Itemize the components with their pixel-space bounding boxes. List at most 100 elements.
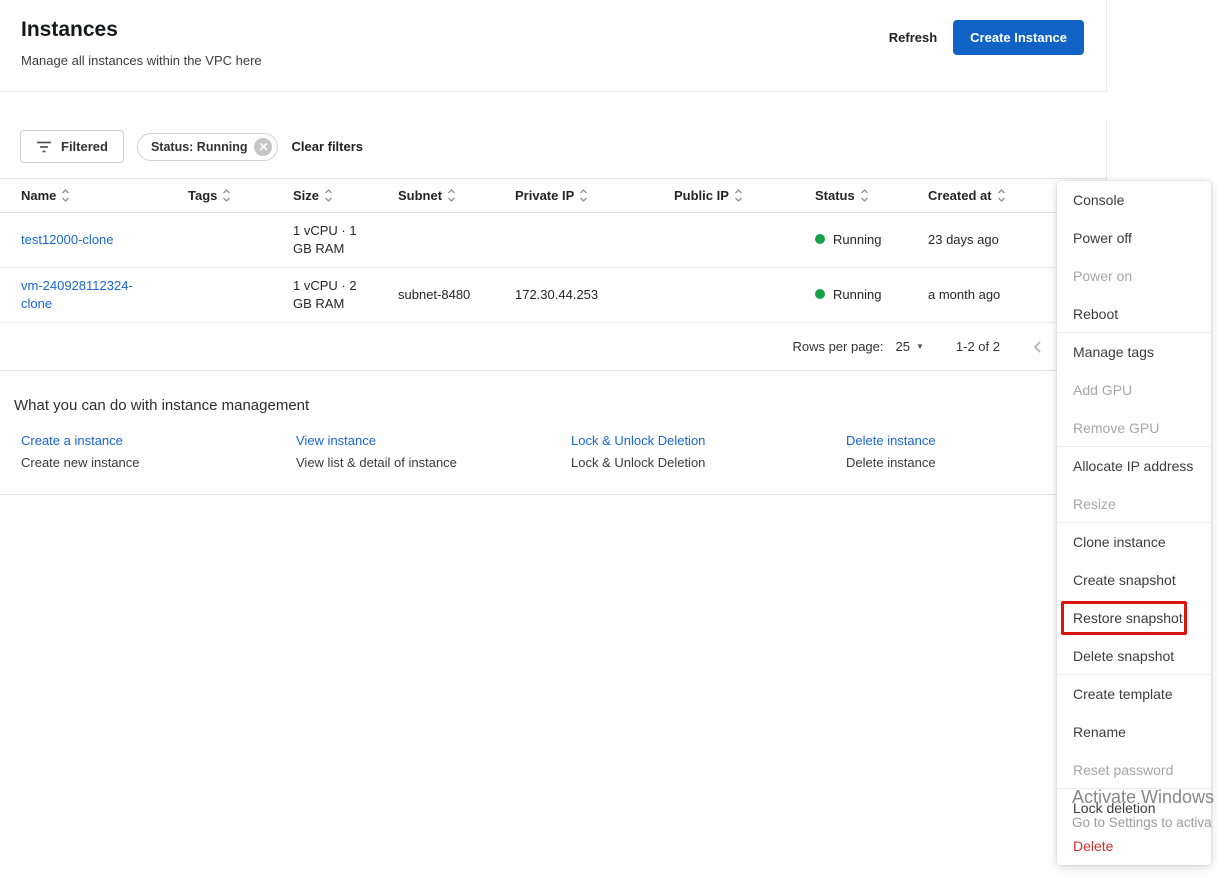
page-header: Instances Manage all instances within th… xyxy=(0,0,1107,92)
column-header-size[interactable]: Size xyxy=(293,188,398,203)
filter-icon xyxy=(36,140,52,154)
menu-item-add-gpu: Add GPU xyxy=(1057,371,1211,409)
cell-private-ip xyxy=(515,231,674,249)
cell-public-ip xyxy=(674,231,815,249)
sort-icon xyxy=(61,188,70,203)
header-actions: Refresh Create Instance xyxy=(887,20,1084,55)
menu-item-create-snapshot[interactable]: Create snapshot xyxy=(1057,561,1211,599)
clear-filters-button[interactable]: Clear filters xyxy=(291,139,363,154)
menu-item-restore-snapshot[interactable]: Restore snapshot xyxy=(1057,599,1211,637)
status-dot-running xyxy=(815,234,825,244)
info-item-link[interactable]: View instance xyxy=(296,433,376,448)
info-item-view-instance: View instance View list & detail of insta… xyxy=(296,433,571,470)
table-body: test12000-clone 1 vCPU · 1 GB RAM Running2… xyxy=(0,213,1106,323)
filtered-button-label: Filtered xyxy=(61,139,108,154)
cell-private-ip: 172.30.44.253 xyxy=(515,277,674,313)
sort-icon xyxy=(324,188,333,203)
info-item-link[interactable]: Delete instance xyxy=(846,433,936,448)
menu-item-delete[interactable]: Delete xyxy=(1057,827,1211,865)
create-instance-button[interactable]: Create Instance xyxy=(953,20,1084,55)
rows-per-page-label: Rows per page: xyxy=(792,339,883,354)
instance-name-link[interactable]: test12000-clone xyxy=(21,231,114,249)
cell-created-at: 23 days ago xyxy=(928,222,1058,258)
info-item-description: View list & detail of instance xyxy=(296,455,571,470)
status-dot-running xyxy=(815,289,825,299)
cell-subnet: subnet-8480 xyxy=(398,277,515,313)
cell-size: 1 vCPU · 1 GB RAM xyxy=(293,222,363,258)
column-header-name[interactable]: Name xyxy=(21,188,188,203)
column-label: Size xyxy=(293,188,319,203)
column-header-subnet[interactable]: Subnet xyxy=(398,188,515,203)
cell-size: 1 vCPU · 2 GB RAM xyxy=(293,277,363,313)
info-item-description: Lock & Unlock Deletion xyxy=(571,455,846,470)
filtered-button[interactable]: Filtered xyxy=(20,130,124,163)
table-header-row: Name Tags Size Subnet Private IP Public IP Sta… xyxy=(0,178,1106,213)
cell-status: Running xyxy=(815,277,928,313)
menu-item-reset-password: Reset password xyxy=(1057,751,1211,789)
column-label: Tags xyxy=(188,188,217,203)
table-row: test12000-clone 1 vCPU · 1 GB RAM Running2… xyxy=(0,213,1106,268)
rows-per-page-value: 25 xyxy=(896,339,910,354)
table-row: vm-240928112324-clone 1 vCPU · 2 GB RAM su… xyxy=(0,268,1106,323)
column-header-tags[interactable]: Tags xyxy=(188,188,293,203)
info-item-link[interactable]: Create a instance xyxy=(21,433,123,448)
menu-item-delete-snapshot[interactable]: Delete snapshot xyxy=(1057,637,1211,675)
column-label: Subnet xyxy=(398,188,442,203)
cell-tags xyxy=(188,286,293,304)
menu-item-power-off[interactable]: Power off xyxy=(1057,219,1211,257)
cell-status: Running xyxy=(815,222,928,258)
column-label: Private IP xyxy=(515,188,574,203)
previous-page-button[interactable] xyxy=(1028,336,1046,358)
sort-icon xyxy=(447,188,456,203)
chevron-left-icon xyxy=(1032,340,1042,354)
info-item-create-a-instance: Create a instance Create new instance xyxy=(21,433,296,470)
table-footer: Rows per page: 25 ▼ 1-2 of 2 xyxy=(0,323,1106,370)
menu-item-resize: Resize xyxy=(1057,485,1211,523)
menu-item-manage-tags[interactable]: Manage tags xyxy=(1057,333,1211,371)
info-item-lock-unlock-deletion: Lock & Unlock Deletion Lock & Unlock Dele… xyxy=(571,433,846,470)
column-label: Status xyxy=(815,188,855,203)
column-label: Public IP xyxy=(674,188,729,203)
menu-item-allocate-ip-address[interactable]: Allocate IP address xyxy=(1057,447,1211,485)
menu-item-rename[interactable]: Rename xyxy=(1057,713,1211,751)
rows-per-page-select[interactable]: 25 ▼ xyxy=(896,339,924,354)
column-label: Created at xyxy=(928,188,992,203)
sort-icon xyxy=(997,188,1006,203)
context-menu: ConsolePower offPower onRebootManage tag… xyxy=(1057,181,1211,865)
page-subtitle: Manage all instances within the VPC here xyxy=(21,53,1082,68)
cell-created-at: a month ago xyxy=(928,277,1058,313)
menu-item-reboot[interactable]: Reboot xyxy=(1057,295,1211,333)
menu-item-clone-instance[interactable]: Clone instance xyxy=(1057,523,1211,561)
sort-icon xyxy=(579,188,588,203)
info-section: What you can do with instance management… xyxy=(0,371,1107,495)
column-label: Name xyxy=(21,188,56,203)
info-heading: What you can do with instance management xyxy=(14,397,1106,414)
instances-table-card: Filtered Status: Running ✕ Clear filters… xyxy=(0,120,1107,371)
menu-item-console[interactable]: Console xyxy=(1057,181,1211,219)
menu-item-remove-gpu: Remove GPU xyxy=(1057,409,1211,447)
caret-down-icon: ▼ xyxy=(916,342,924,351)
info-items: Create a instance Create new instanceView… xyxy=(0,433,1106,494)
instance-name-link[interactable]: vm-240928112324-clone xyxy=(21,277,143,313)
column-header-public-ip[interactable]: Public IP xyxy=(674,188,815,203)
sort-icon xyxy=(860,188,869,203)
filter-chip-label: Status: Running xyxy=(151,140,248,154)
info-item-link[interactable]: Lock & Unlock Deletion xyxy=(571,433,705,448)
info-item-description: Create new instance xyxy=(21,455,296,470)
column-header-status[interactable]: Status xyxy=(815,188,928,203)
chip-remove-icon[interactable]: ✕ xyxy=(254,138,272,156)
column-header-created-at[interactable]: Created at xyxy=(928,188,1058,203)
filter-chip-status-running[interactable]: Status: Running ✕ xyxy=(137,133,279,161)
cell-tags xyxy=(188,231,293,249)
cell-subnet xyxy=(398,231,515,249)
menu-item-lock-deletion[interactable]: Lock deletion xyxy=(1057,789,1211,827)
column-header-private-ip[interactable]: Private IP xyxy=(515,188,674,203)
sort-icon xyxy=(222,188,231,203)
menu-item-create-template[interactable]: Create template xyxy=(1057,675,1211,713)
menu-item-power-on: Power on xyxy=(1057,257,1211,295)
refresh-button[interactable]: Refresh xyxy=(887,24,939,51)
sort-icon xyxy=(734,188,743,203)
cell-public-ip xyxy=(674,286,815,304)
page-range: 1-2 of 2 xyxy=(956,339,1000,354)
filter-bar: Filtered Status: Running ✕ Clear filters xyxy=(0,120,1106,178)
